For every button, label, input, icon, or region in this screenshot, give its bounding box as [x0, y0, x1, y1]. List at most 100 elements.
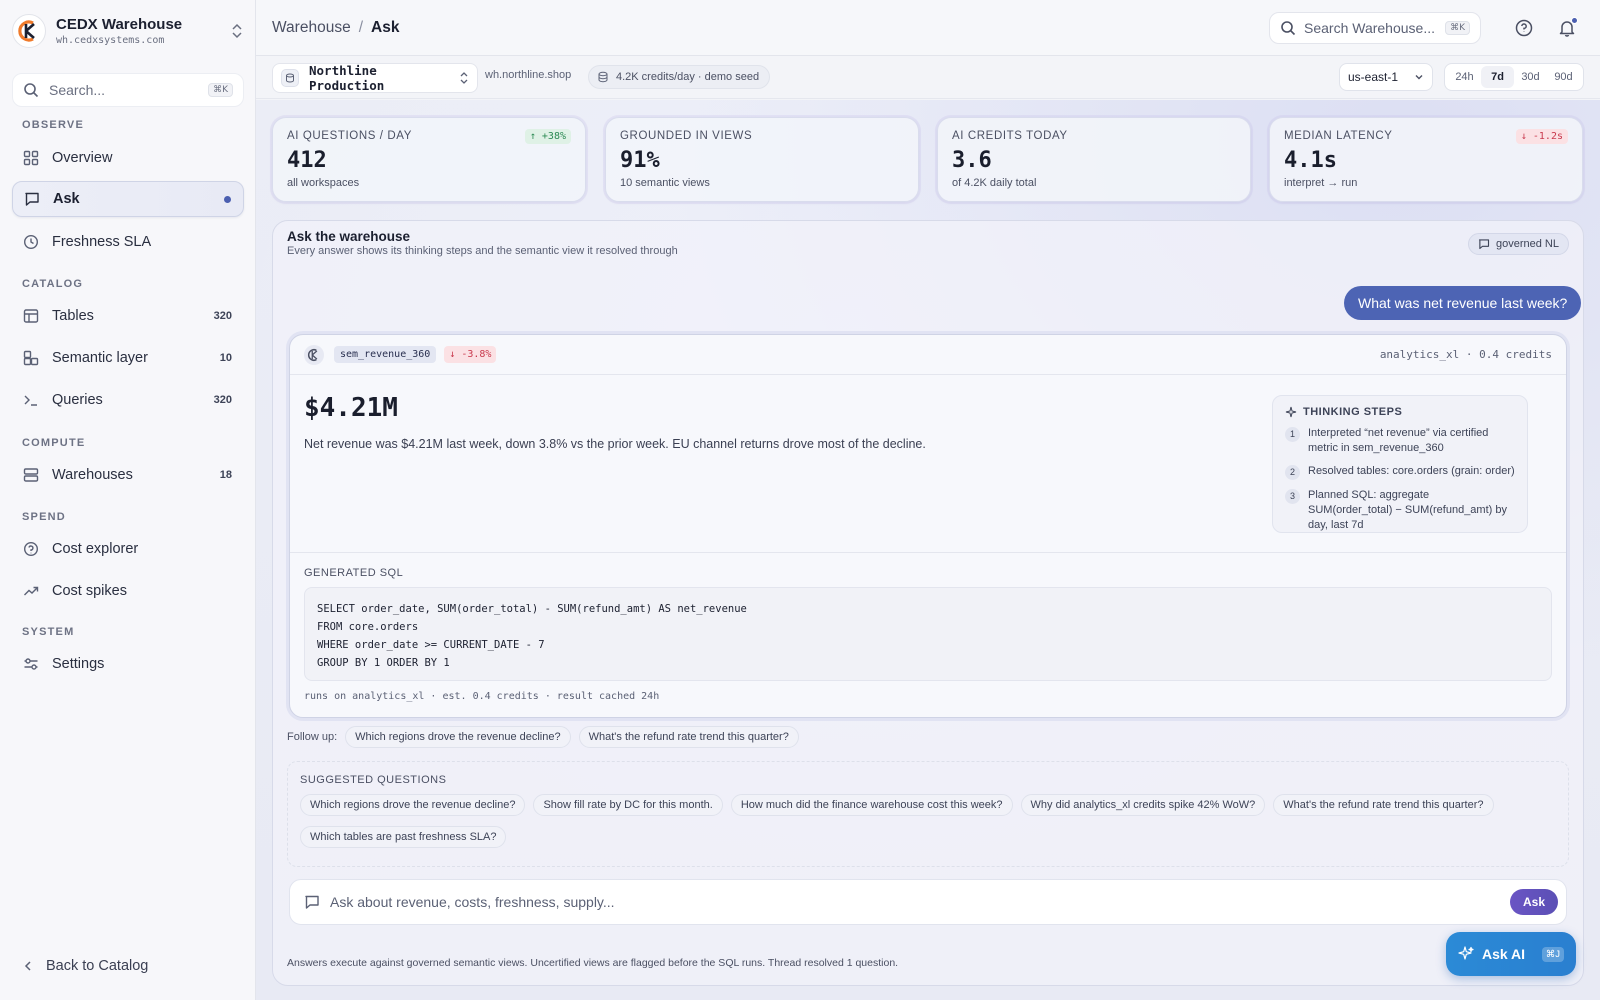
coin-icon: [22, 540, 40, 558]
sidebar-item-label: Tables: [52, 308, 94, 324]
semantic-view-chip[interactable]: sem_revenue_360: [334, 346, 437, 363]
chat-icon: [305, 895, 319, 909]
thinking-step: 1 Interpreted “net revenue” via certifie…: [1285, 426, 1515, 456]
suggested-question-chip[interactable]: How much did the finance warehouse cost …: [730, 794, 1013, 816]
environment-name: Northline Production: [309, 63, 385, 93]
step-text: Planned SQL: aggregate SUM(order_total) …: [1308, 489, 1507, 531]
kpi-label: AI CREDITS TODAY: [952, 130, 1068, 142]
sidebar-item-warehouses[interactable]: Warehouses 18: [12, 457, 244, 493]
table-icon: [22, 307, 40, 325]
kpi-sub: 10 semantic views: [620, 177, 710, 189]
ask-submit-button[interactable]: Ask: [1510, 889, 1558, 915]
range-24h[interactable]: 24h: [1448, 66, 1481, 88]
user-question-bubble: What was net revenue last week?: [1344, 286, 1582, 320]
follow-up-chip[interactable]: What's the refund rate trend this quarte…: [578, 726, 799, 748]
help-icon[interactable]: [1514, 18, 1534, 38]
layers-icon: [22, 349, 40, 367]
ask-input[interactable]: Ask about revenue, costs, freshness, sup…: [289, 879, 1567, 925]
search-icon: [1281, 21, 1296, 36]
kpi-card-ai-credits: AI CREDITS TODAY 3.6 of 4.2K daily total: [937, 117, 1251, 202]
sidebar-item-overview[interactable]: Overview: [12, 140, 244, 176]
range-30d[interactable]: 30d: [1514, 66, 1547, 88]
environment-bar: Northline Production wh.northline.shop 4…: [256, 57, 1600, 99]
breadcrumb: Warehouse / Ask: [272, 19, 399, 37]
kpi-sub: of 4.2K daily total: [952, 177, 1037, 189]
section-label-observe: OBSERVE: [22, 119, 84, 131]
kpi-sub: interpret → run: [1284, 177, 1358, 189]
kpi-value: 91%: [620, 148, 660, 173]
breadcrumb-root[interactable]: Warehouse: [272, 19, 351, 36]
sidebar-item-tables[interactable]: Tables 320: [12, 298, 244, 334]
suggested-questions: SUGGESTED QUESTIONS Which regions drove …: [287, 761, 1569, 867]
sidebar-item-label: Freshness SLA: [52, 234, 152, 250]
breadcrumb-current: Ask: [371, 18, 400, 36]
environment-select[interactable]: Northline Production: [272, 63, 478, 93]
chevron-left-icon: [24, 961, 31, 971]
kpi-value: 4.1s: [1284, 148, 1337, 173]
chevron-down-icon: [1415, 75, 1423, 80]
back-to-catalog-link[interactable]: Back to Catalog: [22, 958, 148, 974]
terminal-icon: [22, 391, 40, 409]
kpi-label: GROUNDED IN VIEWS: [620, 130, 753, 142]
suggested-question-chip[interactable]: Show fill rate by DC for this month.: [533, 794, 723, 816]
workspace-switcher[interactable]: CEDX Warehouse wh.cedxsystems.com: [12, 14, 244, 48]
top-header: Warehouse / Ask Search Warehouse... ⌘K: [256, 0, 1600, 56]
sidebar-item-count: 18: [219, 469, 232, 481]
sidebar-search-input[interactable]: Search... ⌘K: [12, 73, 244, 107]
sidebar-item-label: Cost explorer: [52, 541, 139, 557]
ask-panel: Ask the warehouse Every answer shows its…: [272, 220, 1584, 986]
range-90d[interactable]: 90d: [1547, 66, 1580, 88]
region-select[interactable]: us-east-1: [1339, 63, 1433, 91]
step-number: 1: [1285, 427, 1300, 442]
sparkle-icon: [1285, 406, 1297, 418]
governed-badge-label: governed NL: [1496, 238, 1559, 250]
search-icon: [24, 83, 39, 98]
step-text: Interpreted “net revenue” via certified …: [1308, 427, 1489, 454]
suggested-question-chip[interactable]: What's the refund rate trend this quarte…: [1273, 794, 1494, 816]
sql-code-block[interactable]: SELECT order_date, SUM(order_total) - SU…: [304, 587, 1552, 681]
bell-icon[interactable]: [1557, 17, 1578, 38]
sidebar-item-ask[interactable]: Ask: [12, 181, 244, 217]
sidebar-item-settings[interactable]: Settings: [12, 646, 244, 682]
back-to-catalog-label: Back to Catalog: [46, 958, 149, 974]
sidebar-item-cost-spikes[interactable]: Cost spikes: [12, 573, 244, 609]
sparkle-icon: [1458, 946, 1474, 960]
sidebar-item-semantic-layer[interactable]: Semantic layer 10: [12, 340, 244, 376]
follow-up-chip[interactable]: Which regions drove the revenue decline?: [345, 726, 571, 748]
sql-footer: runs on analytics_xl · est. 0.4 credits …: [304, 691, 660, 702]
sidebar-item-count: 10: [219, 352, 232, 364]
sidebar-item-label: Cost spikes: [52, 583, 127, 599]
ask-ai-button[interactable]: Ask AI ⌘J: [1446, 932, 1576, 976]
sidebar-search-placeholder: Search...: [49, 82, 106, 98]
notification-dot: [1571, 17, 1578, 24]
sidebar-item-label: Warehouses: [52, 467, 133, 483]
breadcrumb-separator: /: [358, 18, 364, 36]
sidebar-item-freshness-sla[interactable]: Freshness SLA: [12, 224, 244, 260]
step-number: 2: [1285, 465, 1300, 480]
sidebar-item-count: 320: [213, 310, 232, 322]
answer-value: $4.21M: [304, 393, 398, 423]
sidebar-item-queries[interactable]: Queries 320: [12, 382, 244, 418]
ask-ai-label: Ask AI: [1482, 946, 1526, 962]
sidebar-item-count: 320: [213, 394, 232, 406]
suggested-question-chip[interactable]: Why did analytics_xl credits spike 42% W…: [1020, 794, 1266, 816]
sidebar-item-label: Ask: [53, 191, 80, 207]
brand-name: CEDX Warehouse: [56, 15, 183, 33]
header-search-input[interactable]: Search Warehouse... ⌘K: [1269, 12, 1481, 44]
sidebar-item-cost-explorer[interactable]: Cost explorer: [12, 531, 244, 567]
chevron-updown-icon: [460, 72, 468, 84]
database-icon: [281, 69, 299, 87]
sliders-icon: [22, 655, 40, 673]
answer-card: sem_revenue_360 ↓ -3.8% analytics_xl · 0…: [289, 334, 1567, 718]
section-label-compute: COMPUTE: [22, 437, 86, 449]
thinking-step: 2 Resolved tables: core.orders (grain: o…: [1285, 464, 1515, 480]
step-text: Resolved tables: core.orders (grain: ord…: [1308, 465, 1515, 477]
suggested-question-chip[interactable]: Which tables are past freshness SLA?: [300, 826, 507, 848]
range-7d[interactable]: 7d: [1481, 66, 1514, 88]
ask-disclaimer: Answers execute against governed semanti…: [287, 957, 899, 969]
generated-sql-label: GENERATED SQL: [304, 567, 404, 579]
suggested-question-chip[interactable]: Which regions drove the revenue decline?: [300, 794, 526, 816]
kpi-value: 412: [287, 148, 327, 173]
sidebar: CEDX Warehouse wh.cedxsystems.com Search…: [0, 0, 256, 1000]
generated-sql-section: GENERATED SQL SELECT order_date, SUM(ord…: [290, 552, 1566, 702]
